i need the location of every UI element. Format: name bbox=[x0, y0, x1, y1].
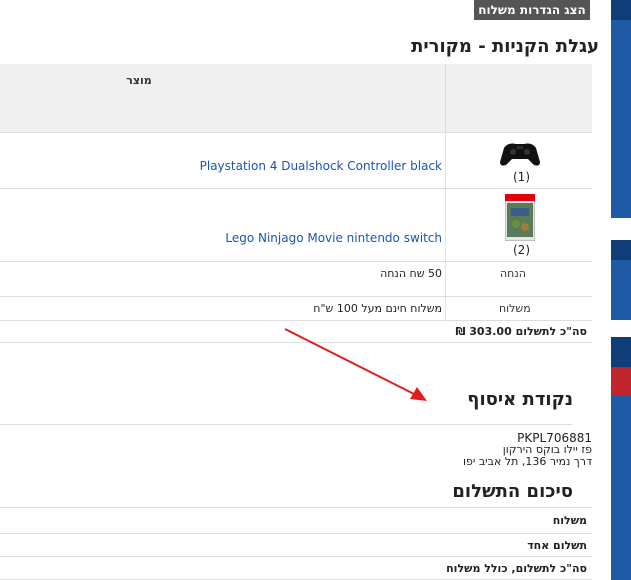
cart-table-header: מוצר bbox=[0, 64, 592, 133]
item-quantity: (2) bbox=[513, 243, 530, 257]
product-link[interactable]: Lego Ninjago Movie nintendo switch bbox=[225, 231, 442, 245]
shipping-row: משלוח משלוח חינם מעל 100 ש"ח bbox=[0, 297, 592, 321]
side-tab-3[interactable] bbox=[611, 337, 631, 580]
pickup-divider bbox=[0, 424, 572, 425]
column-header-product: מוצר bbox=[126, 74, 152, 87]
gamepad-thumbnail[interactable] bbox=[498, 138, 542, 168]
table-row: (1) Playstation 4 Dualshock Controller b… bbox=[0, 133, 592, 189]
product-link[interactable]: Playstation 4 Dualshock Controller black bbox=[200, 159, 442, 173]
summary-label: משלוח bbox=[552, 514, 587, 527]
summary-row: תשלום אחד bbox=[0, 534, 592, 557]
cart-title: עגלת הקניות - מקורית bbox=[411, 36, 599, 57]
summary-label: סה"כ לתשלום, כולל משלוח bbox=[446, 562, 587, 575]
checkout-page: הצג הגדרות משלוח עגלת הקניות - מקורית מו… bbox=[0, 0, 631, 580]
shipping-value: משלוח חינם מעל 100 ש"ח bbox=[313, 302, 442, 315]
discount-value: 50 שח הנחה bbox=[380, 267, 442, 280]
summary-row: סה"כ לתשלום, כולל משלוח bbox=[0, 557, 592, 580]
side-tab-1[interactable] bbox=[611, 0, 631, 218]
discount-label: הנחה bbox=[500, 267, 526, 280]
show-shipping-settings-button[interactable]: הצג הגדרות משלוח bbox=[474, 0, 590, 20]
summary-label: תשלום אחד bbox=[527, 539, 587, 552]
side-tab-2[interactable] bbox=[611, 240, 631, 320]
payment-summary-title: סיכום התשלום bbox=[452, 481, 573, 502]
pickup-address: PKPL706881 פז יילו בוקס הירקון דרך נמיר … bbox=[463, 432, 592, 468]
summary-row: משלוח bbox=[0, 508, 592, 534]
game-box-thumbnail[interactable] bbox=[504, 193, 536, 242]
item-quantity: (1) bbox=[513, 170, 530, 184]
discount-row: הנחה 50 שח הנחה bbox=[0, 262, 592, 297]
red-arrow-annotation bbox=[280, 325, 430, 405]
side-tab-strip bbox=[611, 0, 631, 580]
pickup-point-title: נקודת איסוף bbox=[467, 389, 573, 410]
total-amount: סה"כ לתשלום 303.00 ₪ bbox=[455, 325, 588, 338]
side-tab-red-block bbox=[611, 368, 631, 396]
shipping-label: משלוח bbox=[499, 302, 531, 315]
pickup-street: דרך נמיר 136, תל אביב יפו bbox=[463, 455, 592, 468]
table-row: (2) Lego Ninjago Movie nintendo switch bbox=[0, 189, 592, 262]
